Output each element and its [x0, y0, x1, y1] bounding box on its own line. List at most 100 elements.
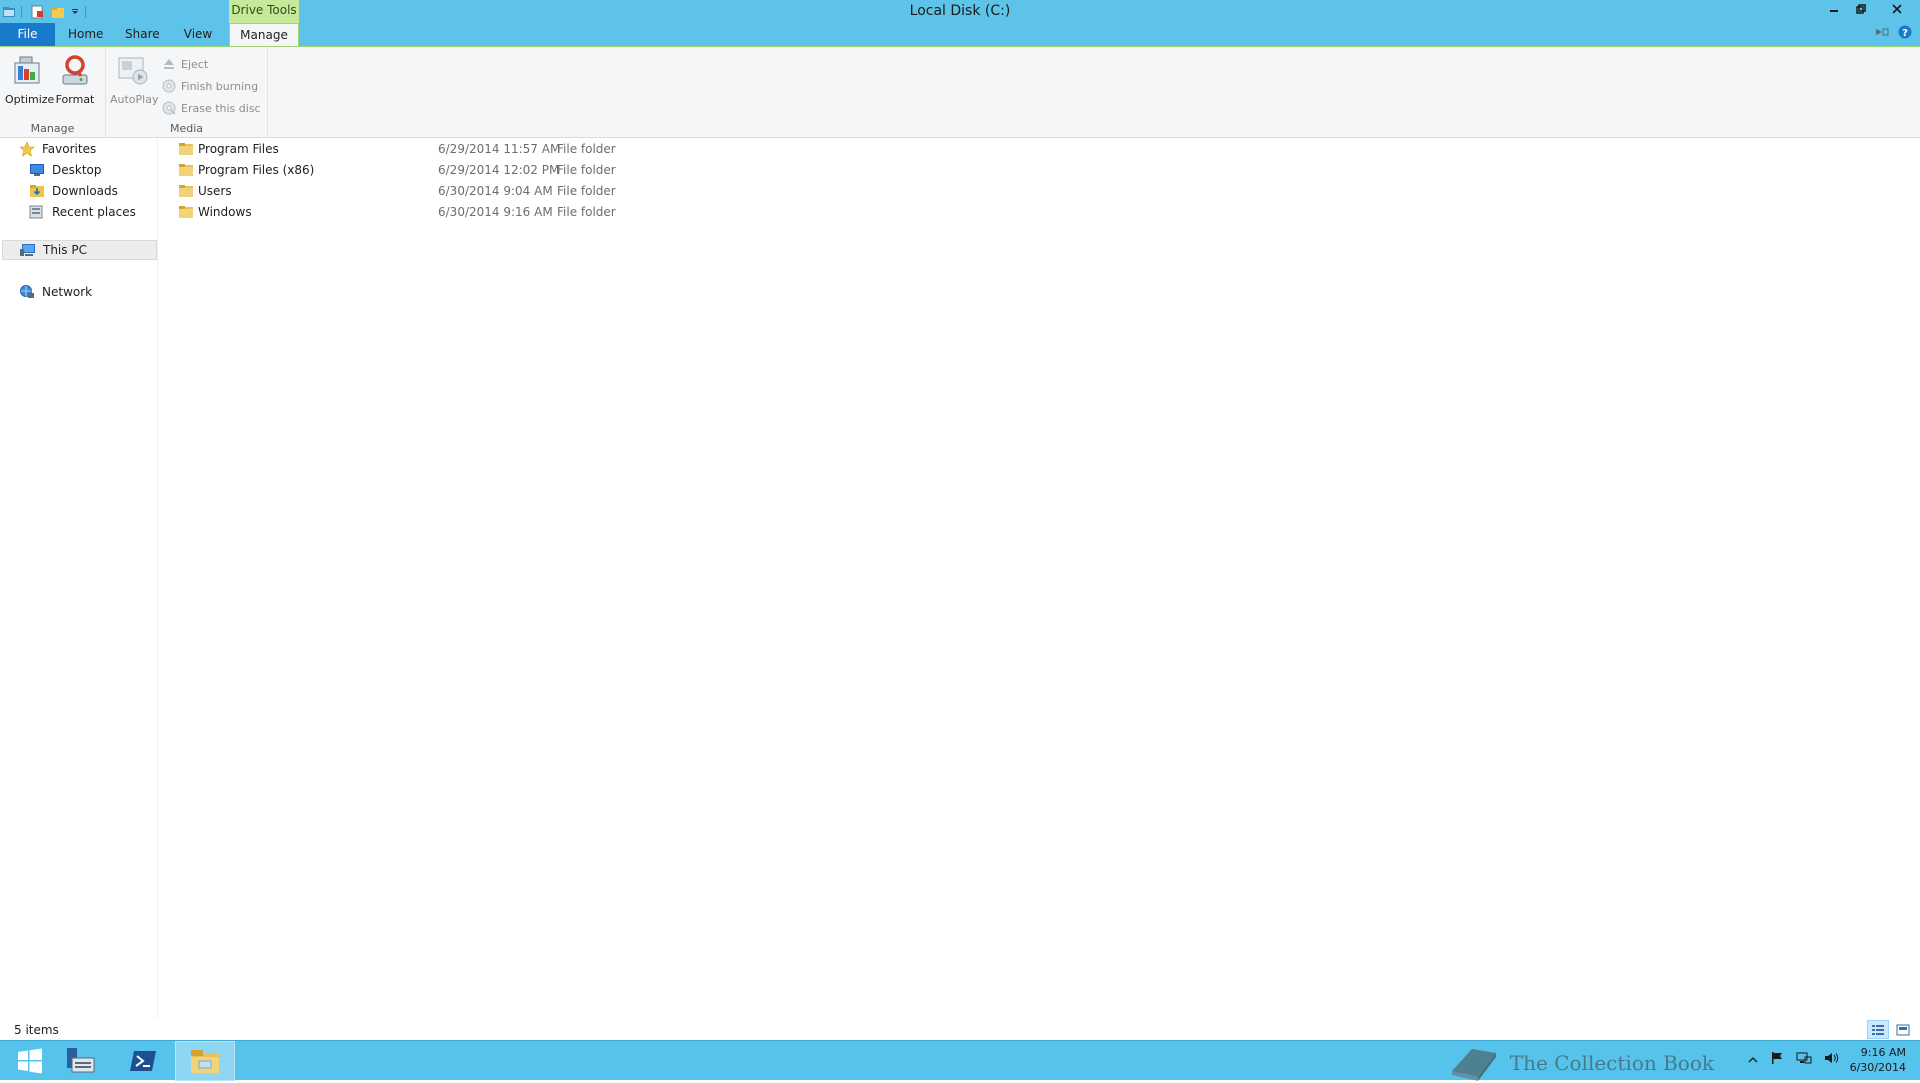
- server-manager-icon: [67, 1048, 95, 1073]
- format-icon: [57, 53, 93, 89]
- finish-burning-button[interactable]: Finish burning: [162, 76, 258, 96]
- ribbon-group-manage: Optimize Format Manage: [0, 47, 106, 137]
- file-name: Program Files (x86): [198, 163, 315, 177]
- folder-icon: [179, 185, 193, 197]
- clock-date: 6/30/2014: [1849, 1061, 1906, 1074]
- ribbon-tab-row: File Home Share View Manage ?: [0, 23, 1920, 47]
- ribbon-group-media: AutoPlay Eject Finish burning Erase this…: [106, 47, 268, 137]
- system-tray: [1748, 1051, 1840, 1068]
- tab-view[interactable]: View: [182, 23, 214, 46]
- show-hidden-icons-chevron-up-icon[interactable]: [1748, 1053, 1758, 1067]
- file-explorer-taskbar-button[interactable]: [175, 1041, 235, 1081]
- optimize-label: Optimize: [5, 93, 55, 106]
- volume-speaker-icon[interactable]: [1824, 1051, 1840, 1068]
- erase-disc-label: Erase this disc: [181, 101, 261, 115]
- file-row[interactable]: Program Files (x86) 6/29/2014 12:02 PM F…: [175, 160, 775, 181]
- tab-home[interactable]: Home: [68, 23, 103, 46]
- file-list: Program Files 6/29/2014 11:57 AM File fo…: [160, 139, 1920, 1019]
- folder-icon: [179, 143, 193, 155]
- help-icon[interactable]: ?: [1898, 25, 1912, 42]
- window-controls: [1820, 0, 1920, 20]
- finish-burning-label: Finish burning: [181, 79, 259, 93]
- minimize-icon: [1829, 10, 1838, 12]
- details-view-button[interactable]: [1867, 1020, 1889, 1039]
- status-bar: 5 items: [0, 1019, 1920, 1040]
- format-label: Format: [55, 93, 95, 106]
- powershell-icon: [130, 1051, 156, 1071]
- ribbon-right-controls: ?: [1874, 25, 1912, 42]
- folder-icon: [179, 164, 193, 176]
- navigation-pane: Favorites Desktop Downloads Recent place…: [0, 139, 158, 1019]
- folder-icon: [179, 206, 193, 218]
- file-type: File folder: [557, 142, 616, 156]
- tab-manage[interactable]: Manage: [229, 23, 299, 47]
- tab-share[interactable]: Share: [125, 23, 160, 46]
- clock-time: 9:16 AM: [1860, 1046, 1906, 1059]
- group-label-manage: Manage: [30, 122, 75, 135]
- file-name: Windows: [198, 205, 252, 219]
- minimize-button[interactable]: [1820, 0, 1847, 18]
- file-type: File folder: [557, 163, 616, 177]
- nav-item-label: Recent places: [52, 205, 136, 219]
- file-type: File folder: [557, 205, 616, 219]
- star-icon: [19, 141, 35, 157]
- autoplay-button[interactable]: AutoPlay: [110, 53, 159, 109]
- title-bar: Drive Tools Local Disk (C:): [0, 0, 1920, 23]
- recent-places-icon: [29, 205, 43, 219]
- close-button[interactable]: [1874, 0, 1920, 18]
- svg-text:?: ?: [1902, 28, 1908, 39]
- ribbon-body: Optimize Format Manage AutoPlay Eject Fi…: [0, 46, 1920, 138]
- restore-button[interactable]: [1847, 0, 1874, 18]
- powershell-taskbar-button[interactable]: [113, 1041, 173, 1081]
- view-toggles: [1867, 1020, 1914, 1039]
- taskbar: The Collection Book 9:16 AM 6/30/2014: [0, 1040, 1920, 1081]
- eject-icon: [164, 59, 174, 69]
- file-name: Program Files: [198, 142, 279, 156]
- action-center-flag-icon[interactable]: [1770, 1051, 1784, 1068]
- nav-item-downloads[interactable]: Downloads: [29, 181, 118, 201]
- nav-favorites-label: Favorites: [42, 142, 97, 156]
- nav-this-pc[interactable]: This PC: [2, 240, 157, 260]
- eject-label: Eject: [181, 57, 209, 71]
- large-icons-view-button[interactable]: [1892, 1020, 1914, 1039]
- taskbar-clock[interactable]: 9:16 AM 6/30/2014: [1850, 1045, 1906, 1075]
- file-date: 6/30/2014 9:16 AM: [438, 205, 553, 219]
- book-logo-icon: [1451, 1049, 1496, 1081]
- nav-item-desktop[interactable]: Desktop: [29, 160, 102, 180]
- group-label-media: Media: [170, 122, 204, 135]
- item-count: 5 items: [14, 1023, 59, 1037]
- nav-item-label: Desktop: [52, 163, 102, 177]
- nav-item-label: Downloads: [52, 184, 118, 198]
- network-status-icon[interactable]: [1796, 1051, 1812, 1068]
- erase-disc-button[interactable]: Erase this disc: [162, 98, 261, 118]
- nav-network[interactable]: Network: [19, 282, 92, 302]
- file-date: 6/29/2014 12:02 PM: [438, 163, 560, 177]
- autoplay-label: AutoPlay: [110, 93, 159, 106]
- optimize-button[interactable]: Optimize: [5, 53, 55, 109]
- file-row[interactable]: Program Files 6/29/2014 11:57 AM File fo…: [175, 139, 775, 160]
- erase-disc-icon: [162, 101, 176, 115]
- file-name: Users: [198, 184, 232, 198]
- window-title: Local Disk (C:): [909, 3, 1011, 19]
- autoplay-icon: [115, 53, 151, 89]
- eject-button[interactable]: Eject: [162, 54, 208, 74]
- server-manager-taskbar-button[interactable]: [50, 1041, 110, 1081]
- nav-network-label: Network: [42, 285, 93, 299]
- file-row[interactable]: Windows 6/30/2014 9:16 AM File folder: [175, 202, 775, 223]
- computer-icon: [20, 244, 35, 256]
- file-row[interactable]: Users 6/30/2014 9:04 AM File folder: [175, 181, 775, 202]
- tab-file[interactable]: File: [0, 23, 55, 46]
- details-view-icon: [1872, 1024, 1884, 1035]
- close-icon: [1892, 4, 1902, 14]
- nav-favorites[interactable]: Favorites: [19, 139, 96, 159]
- network-icon: [20, 285, 34, 298]
- expand-ribbon-icon[interactable]: [1874, 26, 1890, 41]
- file-type: File folder: [557, 184, 616, 198]
- file-date: 6/30/2014 9:04 AM: [438, 184, 553, 198]
- large-icons-view-icon: [1896, 1024, 1910, 1035]
- format-button[interactable]: Format: [52, 53, 98, 109]
- downloads-folder-icon: [30, 185, 44, 197]
- nav-item-recent-places[interactable]: Recent places: [29, 202, 136, 222]
- optimize-icon: [10, 53, 46, 89]
- file-explorer-icon: [191, 1050, 219, 1073]
